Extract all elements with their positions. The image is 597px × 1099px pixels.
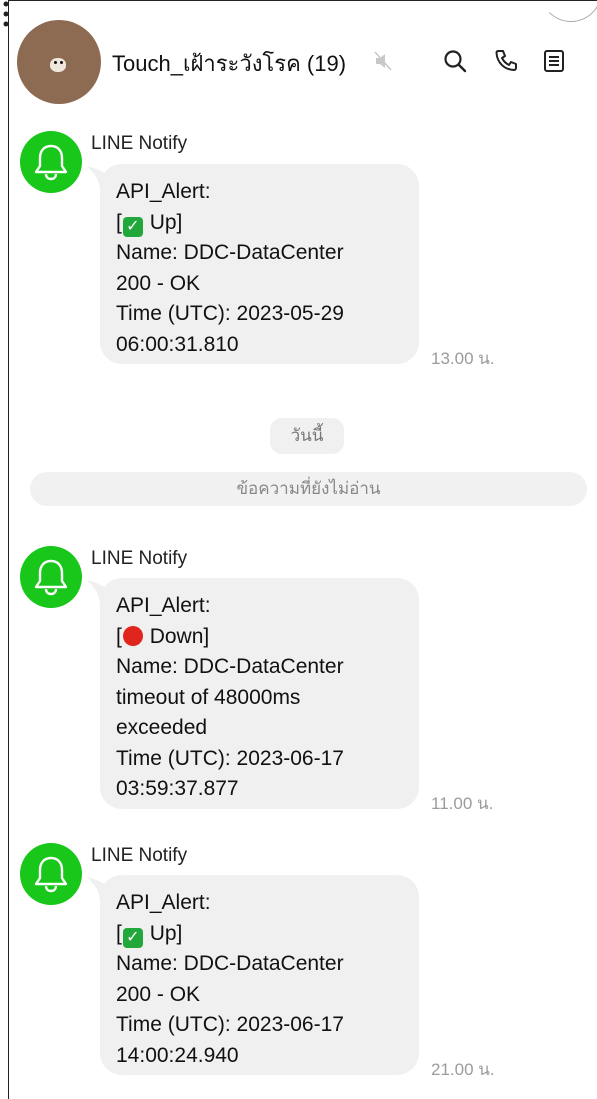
- message-line: API_Alert:: [116, 594, 211, 617]
- chat-title[interactable]: Touch_เฝ้าระวังโรค (19): [112, 46, 346, 81]
- search-icon[interactable]: [442, 48, 468, 74]
- check-mark-icon: ✓: [122, 216, 143, 237]
- status-line: [ Down]: [116, 622, 403, 653]
- status-line: [✓ Up]: [116, 919, 403, 950]
- message-line: 200 - OK: [116, 271, 201, 295]
- bracket: [: [116, 921, 122, 945]
- bear-face-icon: [50, 58, 66, 72]
- bear-eye: [60, 61, 63, 64]
- message-time: 13.00 น.: [431, 349, 495, 368]
- message-line: 06:00:31.810: [116, 332, 239, 356]
- message-line: exceeded: [116, 716, 208, 739]
- bell-icon: [34, 144, 68, 181]
- message-bubble[interactable]: API_Alert: [ Down] Name: DDC-DataCenter …: [100, 578, 419, 809]
- message-line: Name: DDC-DataCenter: [116, 655, 344, 678]
- message-line: API_Alert:: [116, 891, 211, 914]
- sender-name: LINE Notify: [91, 548, 188, 569]
- status-text: Up]: [149, 921, 183, 945]
- line-notify-avatar[interactable]: [20, 131, 82, 193]
- chat-header: Touch_เฝ้าระวังโรค (19): [0, 0, 597, 120]
- unread-separator: ข้อความที่ยังไม่อ่าน: [30, 472, 587, 506]
- bracket: [: [116, 624, 122, 648]
- bracket: [: [116, 210, 122, 234]
- message-line: Name: DDC-DataCenter: [116, 241, 344, 264]
- message-line: Time (UTC): 2023-05-29: [116, 302, 344, 325]
- bear-eye: [54, 61, 57, 64]
- call-icon[interactable]: [493, 48, 519, 74]
- line-notify-avatar[interactable]: [20, 546, 82, 608]
- window-corner-decoration: [540, 0, 597, 22]
- notes-icon[interactable]: [541, 48, 567, 74]
- message-time: 11.00 น.: [431, 794, 494, 813]
- message-bubble[interactable]: API_Alert: [✓ Up] Name: DDC-DataCenter 2…: [100, 875, 419, 1075]
- message-time: 21.00 น.: [431, 1060, 495, 1079]
- message-line: 14:00:24.940: [116, 1043, 239, 1067]
- message-line: 200 - OK: [116, 982, 201, 1006]
- message-line: Time (UTC): 2023-06-17: [116, 1013, 344, 1036]
- message-line: 03:59:37.877: [116, 777, 239, 800]
- line-notify-avatar[interactable]: [20, 843, 82, 905]
- message-line: Name: DDC-DataCenter: [116, 952, 344, 975]
- message-line: API_Alert:: [116, 180, 211, 203]
- mute-icon: [374, 51, 392, 71]
- message-bubble[interactable]: API_Alert: [✓ Up] Name: DDC-DataCenter 2…: [100, 164, 419, 364]
- sender-name: LINE Notify: [91, 133, 188, 154]
- check-mark-icon: ✓: [122, 927, 143, 948]
- more-icon[interactable]: [0, 0, 12, 28]
- red-circle-icon: [122, 625, 143, 646]
- bell-icon: [34, 856, 68, 893]
- status-text: Down]: [149, 624, 210, 648]
- status-line: [✓ Up]: [116, 208, 403, 239]
- status-text: Up]: [149, 210, 183, 234]
- message-line: Time (UTC): 2023-06-17: [116, 746, 344, 770]
- date-separator: วันนี้: [270, 418, 344, 454]
- bell-icon: [34, 559, 68, 596]
- message-line: timeout of 48000ms: [116, 685, 301, 709]
- sender-name: LINE Notify: [91, 845, 188, 866]
